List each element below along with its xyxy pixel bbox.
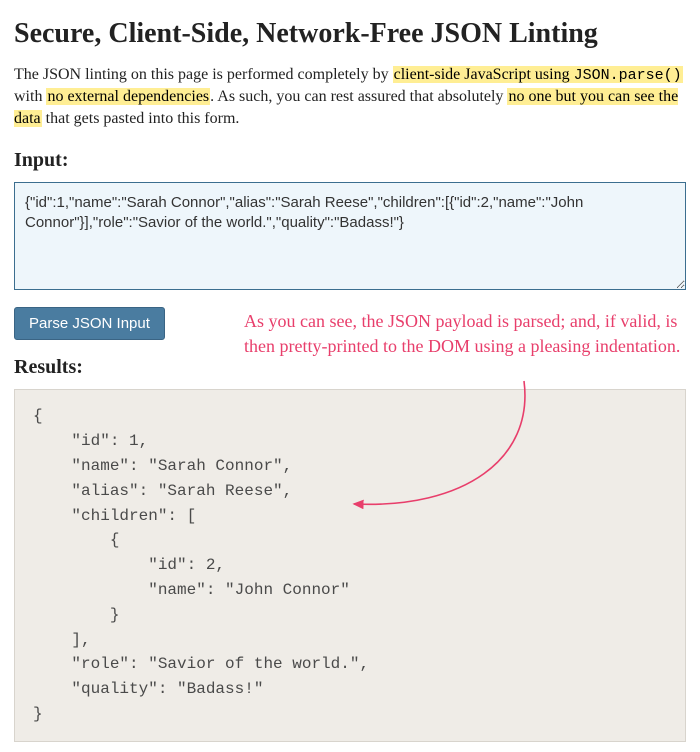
highlight-nodeps: no external dependencies — [46, 88, 210, 105]
results-output: { "id": 1, "name": "Sarah Connor", "alia… — [14, 389, 686, 741]
input-heading: Input: — [14, 149, 686, 172]
intro-text-3: . As such, you can rest assured that abs… — [210, 88, 507, 105]
json-input-textarea[interactable] — [14, 182, 686, 290]
highlight-clientside: client-side JavaScript using JSON.parse(… — [393, 66, 683, 83]
parse-json-button[interactable]: Parse JSON Input — [14, 307, 165, 340]
intro-text-2: with — [14, 88, 46, 105]
intro-text-1: The JSON linting on this page is perform… — [14, 66, 393, 83]
intro-text-4: that gets pasted into this form. — [42, 110, 240, 127]
code-jsonparse: JSON.parse() — [574, 67, 682, 84]
results-heading: Results: — [14, 356, 686, 379]
page-title: Secure, Client-Side, Network-Free JSON L… — [14, 18, 686, 50]
intro-paragraph: The JSON linting on this page is perform… — [14, 64, 686, 129]
